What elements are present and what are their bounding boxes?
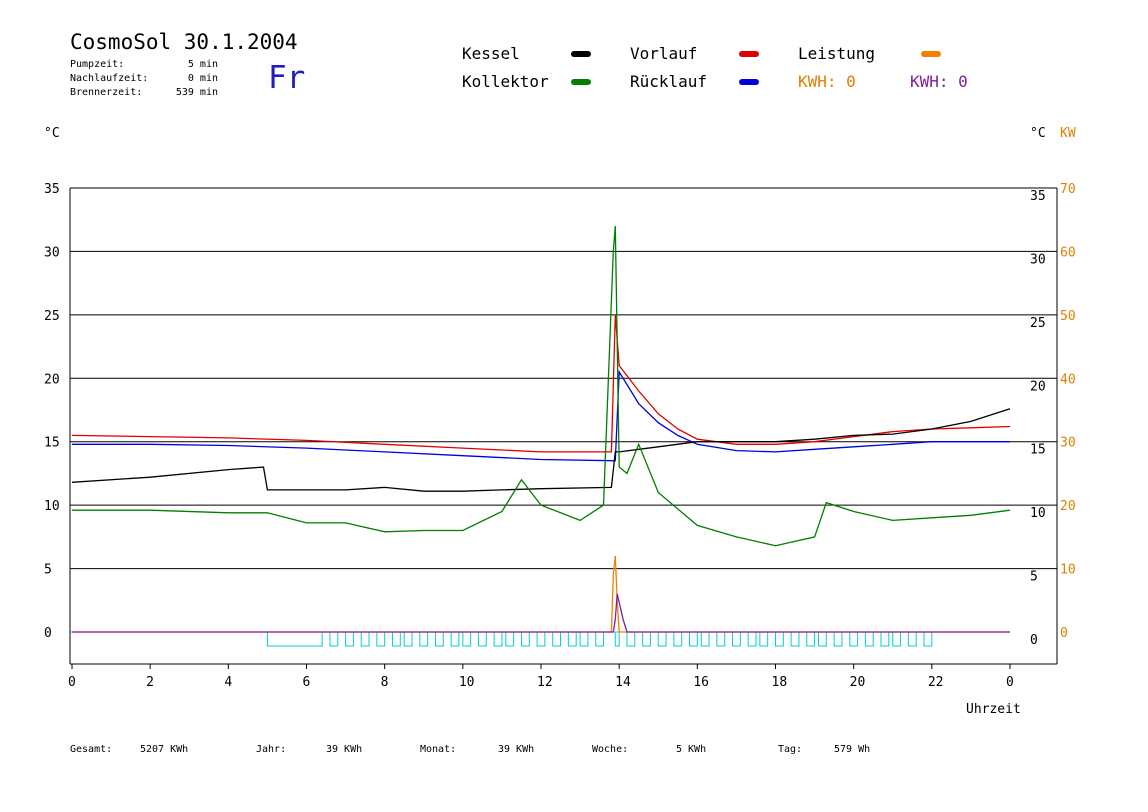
pump-pulse	[403, 631, 413, 647]
pump-pulse	[759, 631, 769, 647]
pump-pulse	[579, 631, 589, 647]
y-right-tick-label: 0	[1030, 633, 1038, 648]
x-tick-label: 6	[303, 675, 311, 690]
y-tick-label: 10	[44, 499, 60, 514]
pump-pulse	[552, 631, 562, 647]
y-right-tick-label: 35	[1030, 189, 1046, 204]
y2-tick-label: 30	[1060, 436, 1076, 451]
y-right-tick-label: 30	[1030, 252, 1046, 267]
x-tick-label: 16	[693, 675, 709, 690]
y-tick-label: 35	[44, 182, 60, 197]
x-tick-label: 20	[850, 675, 866, 690]
pump-pulse	[477, 631, 487, 647]
pump-pulse	[892, 631, 902, 647]
y-right-tick-label: 5	[1030, 570, 1038, 585]
pump-pulse	[391, 631, 401, 647]
pump-pulse	[376, 631, 386, 647]
y-tick-label: 20	[44, 372, 60, 387]
x-tick-label: 18	[772, 675, 788, 690]
pump-pulse	[520, 631, 530, 647]
y-tick-label: 5	[44, 563, 52, 578]
pump-pulse	[880, 631, 890, 647]
x-tick-label: 0	[1006, 675, 1014, 690]
pump-pulse	[700, 631, 710, 647]
series-line-kessel	[71, 408, 1011, 492]
x-tick-label: 4	[224, 675, 232, 690]
y-tick-label: 15	[44, 436, 60, 451]
pump-pulse	[806, 631, 816, 647]
y2-tick-label: 40	[1060, 372, 1076, 387]
y-right-tick-label: 25	[1030, 316, 1046, 331]
x-tick-label: 0	[68, 675, 76, 690]
footer-tag-value: 579 Wh	[834, 744, 871, 755]
footer-jahr-label: Jahr:	[256, 744, 287, 755]
pump-pulse	[434, 631, 444, 647]
footer-gesamt-label: Gesamt:	[70, 744, 113, 755]
pump-pulse	[923, 631, 933, 647]
x-tick-label: 22	[928, 675, 944, 690]
pump-pulse	[360, 631, 370, 647]
chart-canvas: 0 0 05 5 1010 10 2015 15 3020 20 4025 25 5030 30 6035 3…	[44, 182, 1076, 690]
pump-pulse	[790, 631, 800, 647]
pump-pulse	[536, 631, 546, 647]
pump-pulse	[642, 631, 651, 647]
pump-pulse	[462, 631, 472, 647]
y-tick-label: 0	[44, 626, 52, 641]
series-line-kollektor	[72, 226, 1011, 547]
footer-monat-value: 39 KWh	[498, 744, 535, 755]
pump-pulse	[907, 631, 917, 647]
pump-pulse	[505, 631, 515, 647]
pump-pulse	[716, 631, 726, 647]
pump-pulse	[673, 631, 683, 647]
pump-pulse	[614, 631, 620, 647]
series-line-leistung	[72, 555, 1010, 633]
series-line-kwh2	[72, 593, 1010, 633]
pump-pulse	[732, 631, 741, 647]
pump-pulse	[747, 631, 757, 647]
pump-pulse	[345, 631, 354, 647]
pump-pulse	[595, 631, 605, 647]
series-line-ruecklauf	[72, 369, 1010, 462]
pump-pulse	[626, 631, 636, 647]
y2-tick-label: 60	[1060, 245, 1076, 260]
pump-pulse	[817, 631, 827, 647]
x-tick-label: 8	[381, 675, 389, 690]
pump-pulse	[833, 631, 843, 647]
footer-gesamt-value: 5207 KWh	[140, 744, 189, 755]
pump-pulse	[689, 631, 698, 647]
pump-pulse	[567, 631, 577, 647]
pump-pulse	[419, 631, 429, 647]
y2-tick-label: 70	[1060, 182, 1076, 197]
pump-pulse	[657, 631, 667, 647]
series-line-vorlauf	[71, 314, 1011, 453]
pump-pulse	[775, 631, 784, 647]
x-tick-label: 14	[615, 675, 631, 690]
pump-pulse	[266, 631, 323, 647]
y2-tick-label: 20	[1060, 499, 1076, 514]
y2-tick-label: 50	[1060, 309, 1076, 324]
pump-pulse	[493, 631, 503, 647]
y-tick-label: 25	[44, 309, 60, 324]
pump-pulse	[849, 631, 859, 647]
footer-monat-label: Monat:	[420, 744, 457, 755]
y-right-tick-label: 10	[1030, 506, 1046, 521]
y2-tick-label: 10	[1060, 563, 1076, 578]
x-tick-label: 10	[459, 675, 475, 690]
pump-pulse	[450, 631, 460, 647]
footer-woche-value: 5 KWh	[676, 744, 707, 755]
x-tick-label: 12	[537, 675, 553, 690]
pump-pulse	[329, 631, 339, 647]
pump-pulse	[864, 631, 874, 647]
footer-tag-label: Tag:	[778, 744, 803, 755]
y-right-tick-label: 15	[1030, 443, 1046, 458]
x-tick-label: 2	[146, 675, 154, 690]
footer-jahr-value: 39 KWh	[326, 744, 363, 755]
y-right-tick-label: 20	[1030, 379, 1046, 394]
y-tick-label: 30	[44, 245, 60, 260]
y2-tick-label: 0	[1060, 626, 1068, 641]
footer-woche-label: Woche:	[592, 744, 629, 755]
